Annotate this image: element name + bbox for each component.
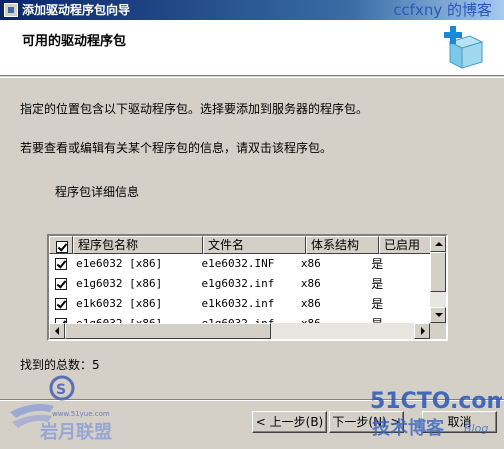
table-row[interactable]: e1e6032 [x86] e1e6032.INF x86 是 <box>49 254 431 274</box>
horizontal-scrollbar[interactable] <box>49 323 430 339</box>
enabled-value: 是 <box>371 277 384 291</box>
yueyue-alliance-logo-icon: S www.51yue.com 岩月联盟 <box>10 375 112 443</box>
51cto-logo-icon: 51CTO.com 技术博客 Blog <box>370 389 502 439</box>
row-checkbox[interactable] <box>55 278 67 290</box>
svg-text:S: S <box>56 382 66 398</box>
wizard-header: 可用的驱动程序包 <box>0 20 504 76</box>
scroll-down-icon[interactable] <box>430 307 446 323</box>
column-header-arch[interactable]: 体系结构 <box>306 236 379 254</box>
scroll-left-icon[interactable] <box>49 323 65 339</box>
architecture: x86 <box>300 257 321 270</box>
svg-text:岩月联盟: 岩月联盟 <box>39 421 112 443</box>
details-label: 程序包详细信息 <box>55 185 140 199</box>
column-header-name[interactable]: 程序包名称 <box>73 236 203 254</box>
svg-text:www.51yue.com: www.51yue.com <box>52 410 110 418</box>
column-header-file[interactable]: 文件名 <box>203 236 306 254</box>
header-separator <box>0 77 504 78</box>
page-title: 可用的驱动程序包 <box>22 34 127 49</box>
select-all-header[interactable] <box>49 236 73 254</box>
file-name: e1k6032.inf <box>201 297 275 310</box>
scroll-up-icon[interactable] <box>430 236 446 252</box>
horizontal-scroll-thumb[interactable] <box>65 323 271 339</box>
architecture: x86 <box>300 277 321 290</box>
row-checkbox[interactable] <box>55 258 67 270</box>
blog-watermark: ccfxny 的博客 <box>393 1 492 19</box>
back-button[interactable]: < 上一步(B) <box>252 411 327 433</box>
row-checkbox[interactable] <box>55 298 67 310</box>
scroll-right-icon[interactable] <box>414 323 430 339</box>
enabled-value: 是 <box>371 257 384 271</box>
file-name: e1g6032.inf <box>201 277 275 290</box>
package-name: e1g6032 [x86] <box>76 277 163 290</box>
scroll-corner <box>430 323 446 339</box>
enabled-value: 是 <box>371 297 384 311</box>
file-name: e1e6032.INF <box>201 257 275 270</box>
window-title: 添加驱动程序包向导 <box>22 3 131 17</box>
total-found-count: 找到的总数：5 <box>20 358 100 372</box>
description-line-2: 若要查看或编辑有关某个程序包的信息，请双击该程序包。 <box>20 141 333 155</box>
driver-package-list[interactable]: 程序包名称 文件名 体系结构 已启用 e1e6032 [x86] e1e6032… <box>47 234 448 341</box>
package-name: e1e6032 [x86] <box>76 257 163 270</box>
app-icon <box>4 3 18 17</box>
svg-text:技术博客: 技术博客 <box>372 417 445 439</box>
table-row[interactable]: e1g6032 [x86] e1g6032.inf x86 是 <box>49 274 431 294</box>
architecture: x86 <box>300 297 321 310</box>
description-line-1: 指定的位置包含以下驱动程序包。选择要添加到服务器的程序包。 <box>20 102 369 116</box>
package-plus-icon <box>444 26 484 69</box>
package-name: e1k6032 [x86] <box>76 297 163 310</box>
svg-text:Blog: Blog <box>464 422 488 435</box>
list-rows: e1e6032 [x86] e1e6032.INF x86 是 e1g6032 … <box>49 254 431 334</box>
table-row[interactable]: e1k6032 [x86] e1k6032.inf x86 是 <box>49 294 431 314</box>
vertical-scroll-thumb[interactable] <box>430 252 446 292</box>
select-all-checkbox[interactable] <box>56 241 68 253</box>
svg-text:51CTO.com: 51CTO.com <box>370 389 502 414</box>
vertical-scrollbar[interactable] <box>430 236 446 323</box>
list-header: 程序包名称 文件名 体系结构 已启用 <box>49 236 446 254</box>
